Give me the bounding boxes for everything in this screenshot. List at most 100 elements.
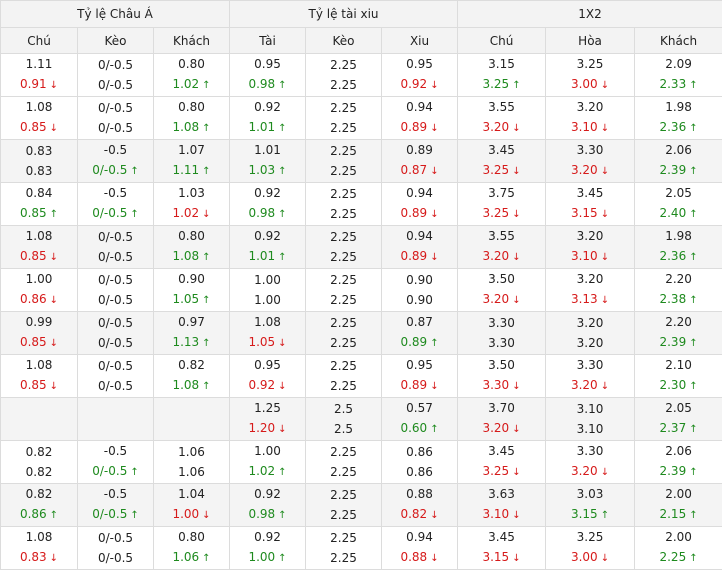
odds-value-text: 1.05: [172, 292, 199, 306]
odds-value-text: 2.25: [330, 551, 357, 565]
odds-value-text: 0.87: [406, 315, 433, 329]
odds-value-text: 1.00: [254, 444, 281, 458]
odds-value-text: 0/-0.5: [98, 316, 133, 330]
odds-cell-line: 2.52.5: [306, 398, 382, 441]
odds-value-text: 3.55: [488, 100, 515, 114]
current-value: 3.25↓: [458, 160, 545, 182]
opening-value: 2.06: [635, 441, 722, 461]
odds-cell-over: 0.95 0.98↑: [230, 54, 306, 97]
arrow-up-icon: ↑: [689, 338, 697, 349]
current-value: 0.89↓: [382, 375, 457, 397]
odds-value-text: 2.25: [330, 273, 357, 287]
odds-value-text: 3.00: [571, 77, 598, 91]
odds-value-text: 0.98: [248, 206, 275, 220]
odds-value-text: 1.04: [178, 487, 205, 501]
odds-cell-1x2-away: 2.002.25↑: [635, 527, 722, 570]
odds-value-text: 0/-0.5: [98, 58, 133, 72]
odds-value-text: 0.82: [26, 487, 53, 501]
odds-cell-1x2-home: 3.503.20↓: [458, 269, 546, 312]
opening-value: 1.01: [230, 140, 305, 160]
odds-value-text: 0.86: [406, 445, 433, 459]
opening-value: 0.90: [382, 270, 457, 290]
opening-value: 0.97: [154, 312, 229, 332]
opening-value: 0.80: [154, 226, 229, 246]
odds-value-text: 3.20: [482, 421, 509, 435]
current-value: 0.85↓: [1, 246, 77, 268]
odds-value-text: 0.92: [248, 378, 275, 392]
arrow-up-icon: ↑: [278, 510, 286, 521]
odds-value-text: 3.15: [482, 550, 509, 564]
odds-value-text: 3.75: [488, 186, 515, 200]
table-row: 0.820.82-0.50/-0.5↑1.061.061.001.02↑2.25…: [1, 441, 722, 484]
odds-cell-handicap: 0/-0.50/-0.5: [78, 226, 154, 269]
current-value: 3.00↓: [546, 547, 634, 569]
odds-value-text: 0.83: [26, 164, 53, 178]
opening-value: 2.25: [306, 55, 381, 75]
current-value: 0/-0.5↑: [78, 160, 153, 182]
odds-value-text: 0.87: [400, 163, 427, 177]
odds-value-text: 2.05: [665, 401, 692, 415]
current-value: 0/-0.5↑: [78, 504, 153, 526]
opening-value: 3.20: [546, 97, 634, 117]
odds-value-text: 0/-0.5: [98, 293, 133, 307]
odds-value-text: 0.95: [254, 57, 281, 71]
opening-value: 3.30: [546, 441, 634, 461]
odds-value-text: 3.20: [577, 336, 604, 350]
current-value: 0.82: [1, 462, 77, 482]
current-value: 3.25↓: [458, 203, 545, 225]
odds-value-text: 3.20: [571, 464, 598, 478]
opening-value: 2.25: [306, 356, 381, 376]
odds-value-text: 0.90: [406, 273, 433, 287]
odds-cell-draw: 3.253.00↓: [546, 54, 635, 97]
odds-cell-under: 0.900.90: [382, 269, 458, 312]
arrow-down-icon: ↓: [430, 381, 438, 392]
arrow-up-icon: ↑: [689, 209, 697, 220]
opening-value: 0.82: [1, 484, 77, 504]
odds-value-text: 2.25: [330, 207, 357, 221]
opening-value: 0.87: [382, 312, 457, 332]
odds-cell-away: 0.821.08↑: [154, 355, 230, 398]
arrow-up-icon: ↑: [689, 553, 697, 564]
current-value: 0.98↑: [230, 74, 305, 96]
odds-cell-away: 1.061.06: [154, 441, 230, 484]
odds-value-text: 0/-0.5: [92, 507, 127, 521]
table-row: 0.830.83-0.50/-0.5↑1.071.11↑1.011.03↑2.2…: [1, 140, 722, 183]
current-value: 3.10↓: [546, 246, 634, 268]
current-value: 2.39↑: [635, 461, 722, 483]
odds-value-text: 1.20: [248, 421, 275, 435]
arrow-down-icon: ↓: [50, 80, 58, 91]
odds-cell-away: 0.971.13↑: [154, 312, 230, 355]
odds-cell-draw: 3.103.10: [546, 398, 635, 441]
odds-cell-home: 0.990.85↓: [1, 312, 78, 355]
arrow-up-icon: ↑: [202, 553, 210, 564]
opening-value: 3.45: [458, 527, 545, 547]
odds-value-text: 3.13: [571, 292, 598, 306]
odds-cell-away: 1.041.00↓: [154, 484, 230, 527]
col-header-home: Chú: [1, 28, 78, 54]
opening-value: 0.92: [230, 527, 305, 547]
arrow-up-icon: ↑: [202, 166, 210, 177]
opening-value: 0/-0.5: [78, 270, 153, 290]
odds-cell-1x2-away: 2.202.38↑: [635, 269, 722, 312]
odds-value-text: 2.5: [334, 422, 353, 436]
current-value: 0/-0.5: [78, 118, 153, 138]
odds-value-text: 2.15: [659, 507, 686, 521]
odds-value-text: -0.5: [104, 487, 127, 501]
odds-table: Tỷ lệ Châu Á Tỷ lệ tài xiu 1X2 Chú Kèo K…: [0, 0, 722, 570]
col-header-away: Khách: [154, 28, 230, 54]
opening-value: 0.84: [1, 183, 77, 203]
current-value: 2.25: [306, 333, 381, 353]
odds-cell-draw: 3.303.20↓: [546, 441, 635, 484]
odds-value-text: 2.25: [330, 144, 357, 158]
opening-value: 1.08: [230, 312, 305, 332]
odds-cell-over: 1.001.02↑: [230, 441, 306, 484]
arrow-up-icon: ↑: [689, 424, 697, 435]
opening-value: 0.95: [382, 355, 457, 375]
col-header-handicap: Kèo: [78, 28, 154, 54]
odds-value-text: 2.25: [330, 508, 357, 522]
odds-value-text: 2.25: [330, 488, 357, 502]
current-value: 0.98↑: [230, 504, 305, 526]
current-value: 3.25↓: [458, 461, 545, 483]
odds-value-text: 0/-0.5: [98, 551, 133, 565]
current-value: 0.92↓: [382, 74, 457, 96]
